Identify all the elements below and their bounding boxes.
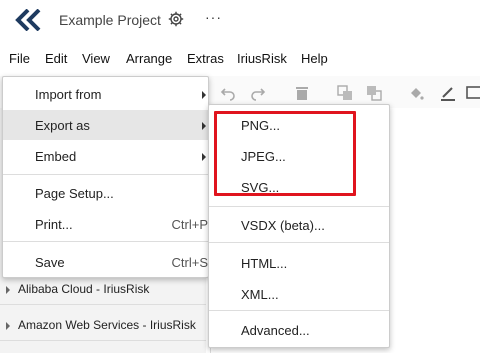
library-aws[interactable]: Amazon Web Services - IriusRisk [0, 312, 206, 341]
menu-item-label: Embed [35, 149, 77, 164]
menu-item-page-setup[interactable]: Page Setup... [3, 178, 208, 208]
menu-separator [3, 241, 208, 242]
menu-item-save[interactable]: Save Ctrl+S [3, 247, 208, 277]
shortcut-label: Ctrl+S [171, 255, 208, 270]
menu-item-xml[interactable]: XML... [209, 280, 389, 310]
library-label: Amazon Web Services - IriusRisk [18, 318, 196, 332]
menu-item-advanced[interactable]: Advanced... [209, 316, 389, 346]
menu-separator [209, 310, 389, 311]
library-label: Alibaba Cloud - IriusRisk [18, 282, 150, 296]
shortcut-label: Ctrl+P [171, 217, 208, 232]
expand-icon [6, 322, 10, 330]
menu-arrange[interactable]: Arrange [126, 51, 172, 66]
menu-item-embed[interactable]: Embed [3, 141, 208, 171]
title-bar: Example Project ··· [0, 0, 480, 42]
menu-item-label: VSDX (beta)... [241, 218, 325, 233]
project-title[interactable]: Example Project [59, 12, 161, 28]
menu-item-label: Page Setup... [35, 186, 114, 201]
menu-item-label: Save [35, 255, 65, 270]
app-logo-icon[interactable] [14, 9, 42, 31]
image-formats-highlight [214, 111, 356, 196]
menu-item-label: XML... [241, 287, 279, 302]
menu-item-label: HTML... [241, 256, 288, 271]
gear-icon[interactable] [168, 11, 184, 27]
library-alibaba-cloud[interactable]: Alibaba Cloud - IriusRisk [0, 276, 206, 305]
menu-separator [209, 206, 389, 207]
line-color-icon[interactable] [440, 85, 456, 101]
expand-icon [6, 286, 10, 294]
undo-icon[interactable] [220, 85, 236, 101]
file-menu-dropdown: Import from Export as Embed Page Setup..… [2, 76, 209, 278]
submenu-arrow-icon [202, 122, 206, 130]
menu-item-label: Print... [35, 217, 73, 232]
to-front-icon[interactable] [337, 85, 353, 101]
shadow-icon[interactable] [466, 85, 480, 101]
fill-color-icon[interactable] [408, 85, 424, 101]
menu-item-label: Export as [35, 118, 90, 133]
to-back-icon[interactable] [366, 85, 382, 101]
menu-view[interactable]: View [82, 51, 110, 66]
delete-icon[interactable] [294, 85, 310, 101]
menu-item-label: Import from [35, 87, 102, 102]
menu-item-import-from[interactable]: Import from [3, 79, 208, 109]
menu-item-vsdx[interactable]: VSDX (beta)... [209, 211, 389, 241]
menu-file[interactable]: File [9, 51, 30, 66]
redo-icon[interactable] [250, 85, 266, 101]
submenu-arrow-icon [202, 153, 206, 161]
menu-help[interactable]: Help [301, 51, 328, 66]
menu-item-print[interactable]: Print... Ctrl+P [3, 209, 208, 239]
menu-iriusrisk[interactable]: IriusRisk [237, 51, 287, 66]
app-window: Example Project ··· File Edit View Arran… [0, 0, 480, 353]
menu-edit[interactable]: Edit [45, 51, 67, 66]
submenu-arrow-icon [202, 91, 206, 99]
more-options-button[interactable]: ··· [205, 9, 222, 25]
menu-item-label: Advanced... [241, 323, 310, 338]
menu-extras[interactable]: Extras [187, 51, 224, 66]
menu-separator [209, 242, 389, 243]
menu-bar: File Edit View Arrange Extras IriusRisk … [0, 46, 480, 72]
menu-item-export-as[interactable]: Export as [3, 110, 208, 140]
menu-item-html[interactable]: HTML... [209, 249, 389, 279]
menu-separator [3, 174, 208, 175]
